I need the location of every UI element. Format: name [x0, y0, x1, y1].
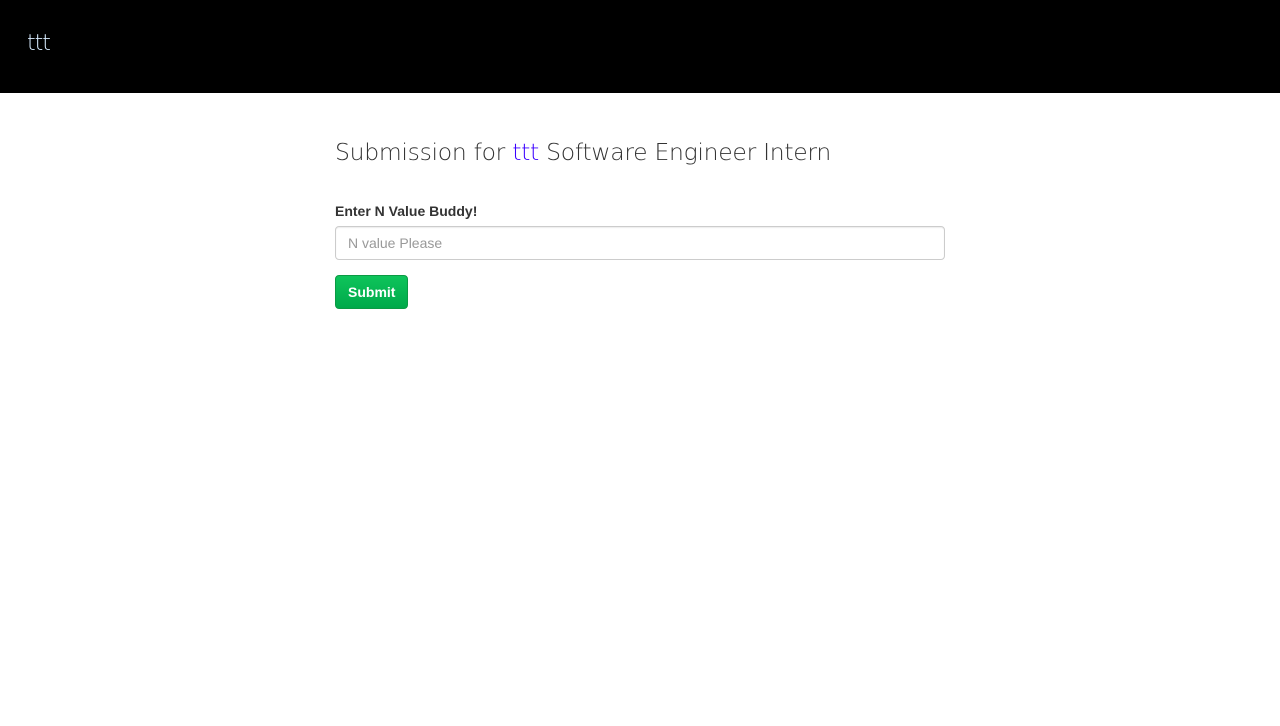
- navbar: ttt: [0, 0, 1280, 93]
- page-title: Submission for ttt Software Engineer Int…: [335, 138, 945, 166]
- title-suffix: Software Engineer Intern: [538, 138, 831, 166]
- company-name: ttt: [512, 138, 539, 166]
- title-prefix: Submission for: [335, 138, 513, 166]
- n-value-input[interactable]: [335, 226, 945, 260]
- brand-link[interactable]: ttt: [27, 31, 51, 56]
- submission-form: Submission for ttt Software Engineer Int…: [335, 138, 945, 309]
- submit-button[interactable]: Submit: [335, 275, 409, 309]
- n-value-label: Enter N Value Buddy!: [335, 203, 478, 219]
